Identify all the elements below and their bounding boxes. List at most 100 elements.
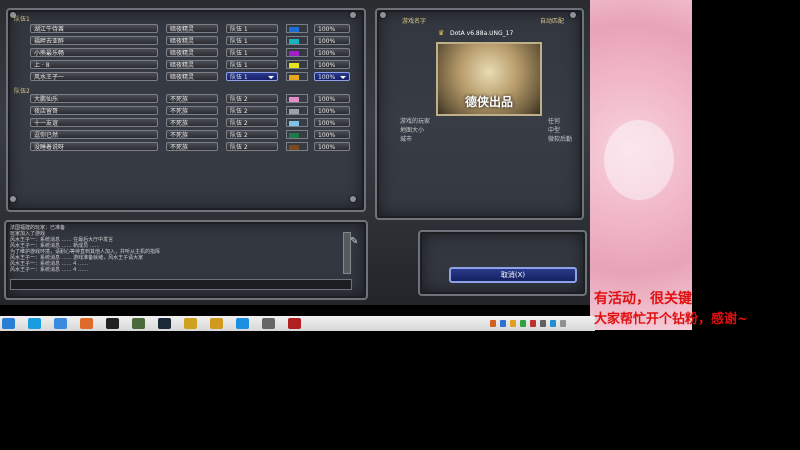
handicap-value: 100% [318, 120, 336, 127]
color-swatch [289, 39, 299, 44]
handicap-dropdown[interactable]: 100% [314, 24, 350, 33]
tray-icon[interactable] [560, 320, 566, 327]
handicap-dropdown[interactable]: 100% [314, 72, 350, 81]
tray-icon[interactable] [500, 320, 506, 327]
cancel-panel [418, 230, 587, 296]
wps-icon[interactable] [210, 318, 223, 329]
race-dropdown[interactable]: 不死族 [166, 94, 218, 103]
race-dropdown[interactable]: 不死族 [166, 118, 218, 127]
handicap-dropdown[interactable]: 100% [314, 118, 350, 127]
race-dropdown[interactable]: 暗夜精灵 [166, 48, 218, 57]
player-slot-row: 湖江牛侍酋 暗夜精灵 队伍 1 100% [30, 24, 350, 33]
handicap-dropdown[interactable]: 100% [314, 48, 350, 57]
color-dropdown[interactable] [286, 72, 308, 81]
team-dropdown[interactable]: 队伍 1 [226, 36, 278, 45]
team-dropdown[interactable]: 队伍 1 [226, 24, 278, 33]
handicap-dropdown[interactable]: 100% [314, 130, 350, 139]
race-dropdown[interactable]: 不死族 [166, 142, 218, 151]
team-dropdown[interactable]: 队伍 1 [226, 60, 278, 69]
map-info-value: 中型 [548, 127, 561, 134]
team-label: 队伍 1 [230, 26, 248, 33]
race-dropdown[interactable]: 暗夜精灵 [166, 72, 218, 81]
handicap-dropdown[interactable]: 100% [314, 106, 350, 115]
color-dropdown[interactable] [286, 60, 308, 69]
player-name-dropdown[interactable]: 风水王子一 [30, 72, 158, 81]
team1-label: 队伍1 [14, 16, 30, 23]
player-name-dropdown[interactable]: 十一友谊 [30, 118, 158, 127]
color-swatch [289, 109, 299, 114]
team-dropdown[interactable]: 队伍 1 [226, 48, 278, 57]
taskbar [0, 316, 595, 331]
player-name-dropdown[interactable]: 逗你已然 [30, 130, 158, 139]
thumbnail-logo-text: 德侠出品 [464, 95, 513, 109]
team-label: 队伍 1 [230, 62, 248, 69]
folder-icon[interactable] [262, 318, 275, 329]
team-dropdown[interactable]: 队伍 2 [226, 94, 278, 103]
player-name-dropdown[interactable]: 没睡着说呀 [30, 142, 158, 151]
chat-send-icon[interactable]: ✎ [350, 236, 358, 247]
player-name-dropdown[interactable]: 夜店留哥 [30, 106, 158, 115]
start-icon[interactable] [2, 318, 15, 329]
color-dropdown[interactable] [286, 48, 308, 57]
race-dropdown[interactable]: 不死族 [166, 130, 218, 139]
game2-icon[interactable] [288, 318, 301, 329]
color-dropdown[interactable] [286, 94, 308, 103]
team-label: 队伍 2 [230, 132, 248, 139]
game-screen: 队伍1 队伍2 湖江牛侍酋 暗夜精灵 队伍 1 100% 福畔去亚醉 暗夜精灵 队伍 1 10… [0, 0, 595, 305]
handicap-dropdown[interactable]: 100% [314, 36, 350, 45]
player-name-dropdown[interactable]: 福畔去亚醉 [30, 36, 158, 45]
team-dropdown[interactable]: 队伍 1 [226, 72, 278, 81]
color-dropdown[interactable] [286, 118, 308, 127]
tray-icon[interactable] [540, 320, 546, 327]
player-name-dropdown[interactable]: 小熊最乐畅 [30, 48, 158, 57]
team-dropdown[interactable]: 队伍 2 [226, 118, 278, 127]
tray-icon[interactable] [490, 320, 496, 327]
team-dropdown[interactable]: 队伍 2 [226, 130, 278, 139]
player-slot-row: 夜店留哥 不死族 队伍 2 100% [30, 106, 350, 115]
team-label: 队伍 1 [230, 74, 248, 81]
handicap-value: 100% [318, 96, 336, 103]
ie-icon[interactable] [28, 318, 41, 329]
team-dropdown[interactable]: 队伍 2 [226, 106, 278, 115]
player-name-dropdown[interactable]: 湖江牛侍酋 [30, 24, 158, 33]
photos-icon[interactable] [184, 318, 197, 329]
tray-icon[interactable] [520, 320, 526, 327]
color-dropdown[interactable] [286, 24, 308, 33]
team-label: 队伍 2 [230, 144, 248, 151]
color-dropdown[interactable] [286, 36, 308, 45]
team-dropdown[interactable]: 队伍 2 [226, 142, 278, 151]
color-swatch [289, 133, 299, 138]
color-dropdown[interactable] [286, 142, 308, 151]
cancel-button[interactable]: 取消(X) [449, 267, 577, 283]
race-dropdown[interactable]: 暗夜精灵 [166, 60, 218, 69]
qq-mail-icon[interactable] [54, 318, 67, 329]
color-dropdown[interactable] [286, 106, 308, 115]
color-swatch [289, 97, 299, 102]
handicap-dropdown[interactable]: 100% [314, 142, 350, 151]
handicap-value: 100% [318, 62, 336, 69]
color-dropdown[interactable] [286, 130, 308, 139]
handicap-dropdown[interactable]: 100% [314, 60, 350, 69]
color-swatch [289, 27, 299, 32]
chat-input[interactable] [10, 279, 352, 290]
tray-icon[interactable] [510, 320, 516, 327]
tray-icon[interactable] [550, 320, 556, 327]
player-slot-row: 福畔去亚醉 暗夜精灵 队伍 1 100% [30, 36, 350, 45]
race-dropdown[interactable]: 不死族 [166, 106, 218, 115]
rivet [380, 12, 386, 18]
race-dropdown[interactable]: 暗夜精灵 [166, 36, 218, 45]
player-name-dropdown[interactable]: 大鹏仙乐 [30, 94, 158, 103]
overlay-line-2: 大家帮忙开个钻粉，感谢~ [594, 312, 748, 327]
handicap-dropdown[interactable]: 100% [314, 94, 350, 103]
tray-icon[interactable] [530, 320, 536, 327]
map-info-value: 微软后勤 [548, 136, 573, 143]
handicap-value: 100% [318, 74, 336, 81]
security-icon[interactable] [236, 318, 249, 329]
steam-icon[interactable] [158, 318, 171, 329]
player-name-dropdown[interactable]: 上 · 8 [30, 60, 158, 69]
chat-icon[interactable] [80, 318, 93, 329]
game-icon[interactable] [132, 318, 145, 329]
player-icon[interactable] [106, 318, 119, 329]
map-info-value: 任何 [548, 118, 561, 125]
race-dropdown[interactable]: 暗夜精灵 [166, 24, 218, 33]
